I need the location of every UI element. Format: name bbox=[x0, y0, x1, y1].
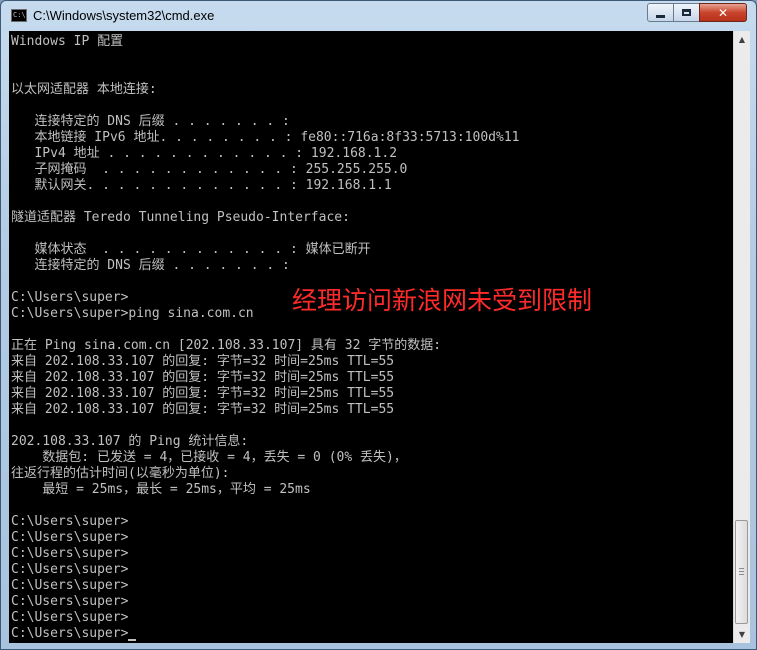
console-line: C:\Users\super> bbox=[11, 546, 129, 561]
console-line: 最短 = 25ms，最长 = 25ms，平均 = 25ms bbox=[11, 482, 311, 497]
console-line: C:\Users\super>ping sina.com.cn bbox=[11, 306, 254, 321]
console-line: IPv4 地址 . . . . . . . . . . . . : 192.16… bbox=[11, 146, 398, 161]
console-line: 202.108.33.107 的 Ping 统计信息: bbox=[11, 434, 249, 449]
console-line: 来自 202.108.33.107 的回复: 字节=32 时间=25ms TTL… bbox=[11, 386, 395, 401]
console-line: 连接特定的 DNS 后缀 . . . . . . . : bbox=[11, 258, 290, 273]
console-line: C:\Users\super> bbox=[11, 578, 129, 593]
console-line: C:\Users\super> bbox=[11, 530, 129, 545]
scroll-down-button[interactable]: ▼ bbox=[734, 626, 750, 643]
window-title: C:\Windows\system32\cmd.exe bbox=[33, 8, 215, 23]
console-line: 默认网关. . . . . . . . . . . . . : 192.168.… bbox=[11, 178, 392, 193]
close-button[interactable]: ✕ bbox=[699, 3, 747, 22]
console-line: C:\Users\super> bbox=[11, 610, 129, 625]
console-line: 数据包: 已发送 = 4，已接收 = 4，丢失 = 0 (0% 丢失)， bbox=[11, 450, 407, 465]
console-line: 本地链接 IPv6 地址. . . . . . . . : fe80::716a… bbox=[11, 130, 520, 145]
console-line: 来自 202.108.33.107 的回复: 字节=32 时间=25ms TTL… bbox=[11, 354, 395, 369]
arrow-down-icon: ▼ bbox=[738, 630, 746, 639]
scroll-up-button[interactable]: ▲ bbox=[734, 31, 750, 48]
console-line: 连接特定的 DNS 后缀 . . . . . . . : bbox=[11, 114, 290, 129]
console-line: Windows IP 配置 bbox=[11, 34, 124, 49]
maximize-icon bbox=[682, 9, 691, 16]
console-line: 以太网适配器 本地连接: bbox=[11, 82, 157, 97]
console-line: 来自 202.108.33.107 的回复: 字节=32 时间=25ms TTL… bbox=[11, 402, 395, 417]
console-output[interactable]: 经理访问新浪网未受到限制 Windows IP 配置以太网适配器 本地连接: 连… bbox=[9, 31, 733, 643]
cmd-window: C:\ C:\Windows\system32\cmd.exe ✕ 经理访问新浪… bbox=[0, 0, 757, 650]
console-line: 往返行程的估计时间(以毫秒为单位): bbox=[11, 466, 230, 481]
console-line: 隧道适配器 Teredo Tunneling Pseudo-Interface: bbox=[11, 210, 350, 225]
vertical-scrollbar[interactable]: ▲ ▼ bbox=[733, 31, 750, 643]
minimize-icon bbox=[656, 14, 665, 18]
console-line: C:\Users\super> bbox=[11, 290, 129, 305]
arrow-up-icon: ▲ bbox=[738, 35, 746, 44]
console-line: 子网掩码 . . . . . . . . . . . . : 255.255.2… bbox=[11, 162, 408, 177]
title-bar[interactable]: C:\ C:\Windows\system32\cmd.exe ✕ bbox=[1, 1, 756, 31]
console-line: C:\Users\super> bbox=[11, 514, 129, 529]
console-line: C:\Users\super> bbox=[11, 562, 129, 577]
annotation-text: 经理访问新浪网未受到限制 bbox=[292, 286, 593, 315]
minimize-button[interactable] bbox=[647, 3, 674, 22]
console-line: 来自 202.108.33.107 的回复: 字节=32 时间=25ms TTL… bbox=[11, 370, 395, 385]
maximize-button[interactable] bbox=[673, 3, 700, 22]
console-line: C:\Users\super> bbox=[11, 626, 137, 642]
cmd-console-icon[interactable]: C:\ bbox=[11, 9, 27, 22]
text-cursor bbox=[128, 639, 137, 641]
console-line: 正在 Ping sina.com.cn [202.108.33.107] 具有 … bbox=[11, 338, 442, 353]
console-line: C:\Users\super> bbox=[11, 594, 129, 609]
console-line: 媒体状态 . . . . . . . . . . . . : 媒体已断开 bbox=[11, 242, 371, 257]
scroll-thumb[interactable] bbox=[735, 520, 748, 624]
close-icon: ✕ bbox=[717, 5, 729, 20]
